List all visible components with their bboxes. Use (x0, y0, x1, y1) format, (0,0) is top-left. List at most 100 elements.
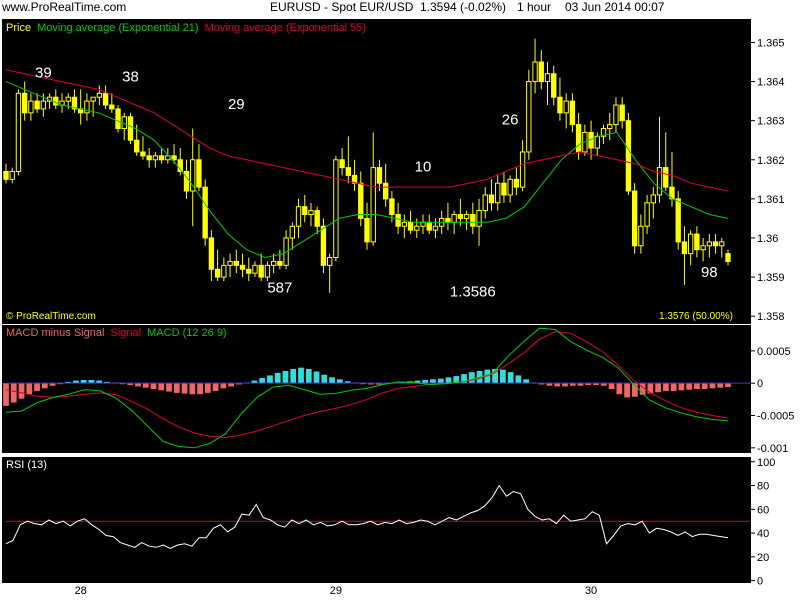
candle-body (675, 198, 681, 243)
candle-body (227, 260, 233, 266)
candle-body (221, 264, 227, 278)
candle-body (53, 96, 59, 106)
price-annotation: 587 (267, 280, 292, 297)
x-tick-label: 30 (585, 585, 597, 597)
candle-body (401, 221, 408, 227)
macd-y-tick-label: -0.0005 (757, 411, 794, 423)
macd-histogram-bar (10, 383, 17, 403)
candle-body (451, 214, 457, 223)
x-tick-label: 28 (75, 585, 87, 597)
price-y-tick-label: 1.36 (757, 233, 778, 245)
candle-body (725, 253, 731, 262)
candle-body (495, 182, 501, 204)
price-panel[interactable] (2, 19, 751, 324)
macd-histogram-bar (655, 383, 662, 393)
macd-histogram-bar (437, 378, 444, 384)
macd-histogram-bar (663, 383, 669, 391)
price-annotation: 98 (701, 264, 718, 281)
macd-histogram-bar (290, 368, 297, 384)
x-tick-label: 29 (330, 585, 342, 597)
rsi-y-tick-label: 60 (757, 504, 769, 516)
candle-body (314, 210, 320, 227)
macd-histogram-bar (445, 377, 452, 384)
macd-histogram-bar (321, 374, 328, 384)
chart-canvas[interactable]: Price Moving average (Exponential 21) Mo… (0, 0, 800, 600)
macd-histogram-bar (166, 383, 172, 392)
price-y-tick-label: 1.358 (757, 311, 785, 323)
candle-body (96, 92, 103, 98)
macd-histogram-bar (189, 383, 196, 395)
candle-body (109, 104, 115, 110)
rsi-panel[interactable] (2, 457, 751, 583)
candle-body (532, 61, 538, 83)
rsi-y-tick-label: 40 (757, 528, 769, 540)
candle-body (28, 100, 34, 114)
candle-body (289, 225, 295, 239)
candle-body (650, 194, 656, 204)
candle-body (519, 151, 526, 188)
candle-body (196, 159, 202, 188)
macd-histogram-bar (26, 383, 33, 395)
candle-body (476, 210, 482, 227)
candle-body (370, 167, 376, 243)
candle-body (382, 182, 389, 200)
macd-histogram-bar (499, 369, 506, 384)
candle-body (719, 241, 725, 247)
candle-body (563, 100, 569, 114)
candle-body (333, 159, 339, 259)
macd-histogram-bar (523, 379, 530, 384)
candle-body (551, 73, 557, 98)
candle-body (9, 171, 15, 180)
macd-histogram-bar (150, 383, 157, 389)
macd-histogram-bar (204, 383, 211, 393)
macd-histogram-bar (717, 383, 724, 388)
candle-body (277, 260, 283, 266)
candle-body (426, 221, 432, 231)
last-value-label: 1.3576 (50.00%) (659, 311, 733, 322)
macd-histogram-bar (647, 383, 654, 394)
candle-body (34, 100, 40, 110)
rsi-y-tick-label: 0 (757, 576, 763, 588)
candle-body (40, 100, 47, 110)
candle-body (246, 268, 252, 274)
candle-body (631, 190, 638, 247)
macd-histogram-bar (468, 372, 475, 384)
macd-histogram-bar (678, 383, 685, 391)
candle-body (308, 210, 314, 216)
macd-histogram-bar (18, 383, 25, 399)
macd-histogram-bar (220, 383, 227, 389)
price-y-tick-label: 1.364 (757, 77, 785, 89)
price-y-tick-label: 1.359 (757, 272, 785, 284)
macd-histogram-bar (616, 383, 623, 395)
candle-body (320, 225, 327, 266)
candle-body (420, 221, 426, 227)
candle-body (208, 237, 215, 270)
candle-body (470, 214, 476, 227)
candle-body (202, 186, 208, 239)
price-annotation: 1.3586 (450, 284, 496, 301)
macd-histogram-bar (34, 383, 40, 391)
candle-body (115, 108, 121, 129)
candle-body (687, 233, 694, 255)
candle-body (258, 264, 264, 278)
candle-body (302, 206, 308, 216)
macd-y-tick-label: 0 (757, 378, 763, 390)
candle-body (295, 206, 302, 227)
macd-histogram-bar (670, 383, 677, 391)
candle-body (152, 155, 159, 161)
candle-body (544, 73, 551, 83)
price-annotation: 10 (415, 159, 432, 176)
candle-body (326, 257, 333, 266)
macd-histogram-bar (3, 383, 9, 406)
macd-histogram-bar (701, 383, 708, 389)
chart-window: www.ProRealTime.com EURUSD - Spot EUR/US… (0, 0, 800, 600)
macd-y-tick-label: -0.001 (757, 443, 788, 455)
candle-body (358, 182, 364, 219)
candle-body (102, 92, 109, 106)
macd-legend: MACD minus Signal Signal MACD (12 26 9) (6, 327, 227, 339)
candle-body (364, 217, 370, 243)
legend-ema21: Moving average (Exponential 21) (37, 22, 198, 34)
macd-histogram-bar (212, 383, 219, 391)
candle-body (233, 260, 239, 266)
macd-histogram-bar (313, 371, 320, 384)
